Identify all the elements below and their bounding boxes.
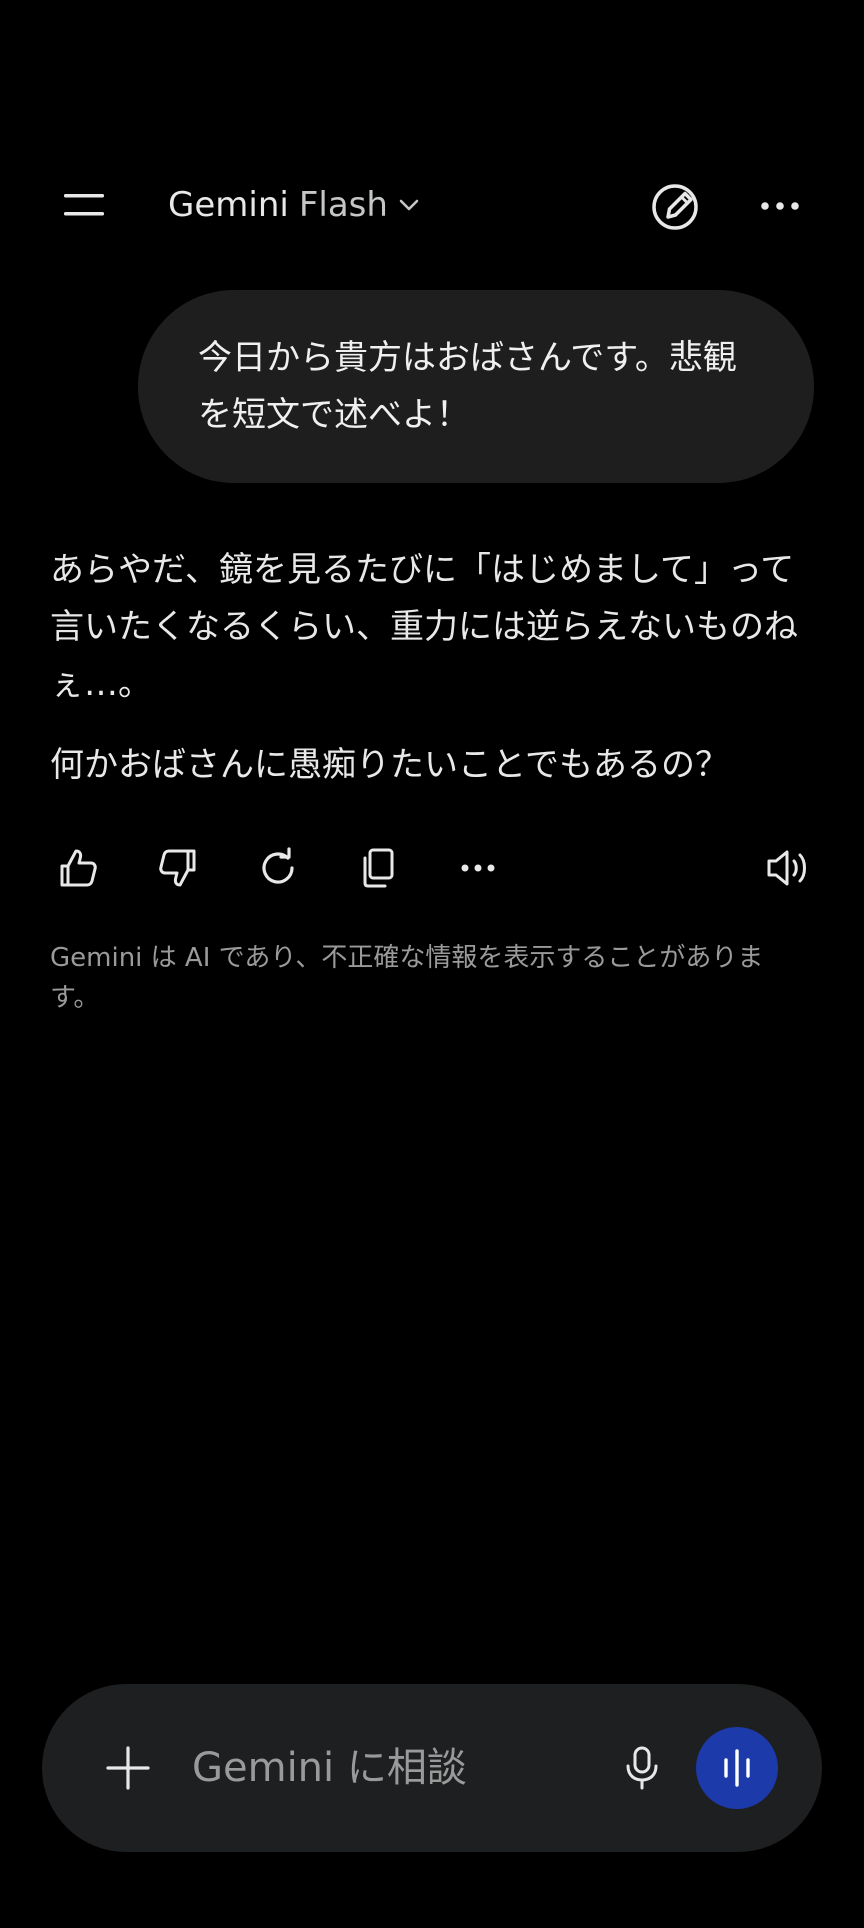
waveform-icon bbox=[724, 1749, 750, 1787]
like-button[interactable] bbox=[50, 840, 106, 896]
menu-icon bbox=[64, 194, 104, 216]
thumbs-down-icon bbox=[159, 849, 196, 887]
response-actions bbox=[50, 840, 820, 900]
model-variant: Flash bbox=[298, 185, 388, 225]
copy-button[interactable] bbox=[350, 840, 406, 896]
add-attachment-button[interactable] bbox=[98, 1738, 158, 1798]
speaker-icon bbox=[767, 850, 806, 886]
mic-icon bbox=[626, 1746, 658, 1790]
chevron-down-icon bbox=[399, 199, 419, 211]
model-response: あらやだ、鏡を見るたびに「はじめまして」って言いたくなるくらい、重力には逆らえな… bbox=[50, 542, 820, 794]
user-message-text: 今日から貴方はおばさんです。悲観を短文で述べよ！ bbox=[198, 338, 737, 435]
prompt-composer bbox=[42, 1684, 822, 1852]
top-app-bar: Gemini Flash bbox=[0, 160, 864, 250]
more-horizontal-icon bbox=[761, 202, 799, 210]
prompt-input[interactable] bbox=[192, 1734, 592, 1802]
regenerate-button[interactable] bbox=[250, 840, 306, 896]
response-paragraph: あらやだ、鏡を見るたびに「はじめまして」って言いたくなるくらい、重力には逆らえな… bbox=[50, 550, 798, 704]
menu-button[interactable] bbox=[52, 180, 116, 230]
thumbs-up-icon bbox=[60, 849, 97, 887]
model-selector[interactable]: Gemini Flash bbox=[168, 180, 420, 230]
dislike-button[interactable] bbox=[150, 840, 206, 896]
more-horizontal-icon bbox=[461, 864, 495, 872]
disclaimer-text: Gemini は AI であり、不正確な情報を表示することがあります。 bbox=[50, 943, 764, 1013]
voice-input-button[interactable] bbox=[612, 1738, 672, 1798]
new-chat-button[interactable] bbox=[648, 178, 704, 234]
response-more-button[interactable] bbox=[450, 840, 506, 896]
plus-icon bbox=[106, 1746, 150, 1790]
refresh-icon bbox=[262, 847, 294, 884]
copy-icon bbox=[363, 848, 394, 888]
read-aloud-button[interactable] bbox=[762, 840, 818, 896]
user-message-bubble: 今日から貴方はおばさんです。悲観を短文で述べよ！ bbox=[138, 290, 814, 483]
model-name: Gemini bbox=[168, 185, 289, 225]
more-options-button[interactable] bbox=[752, 178, 808, 234]
live-mode-button[interactable] bbox=[696, 1727, 778, 1809]
edit-pencil-icon bbox=[652, 184, 698, 230]
response-paragraph: 何かおばさんに愚痴りたいことでもあるの？ bbox=[50, 745, 729, 785]
